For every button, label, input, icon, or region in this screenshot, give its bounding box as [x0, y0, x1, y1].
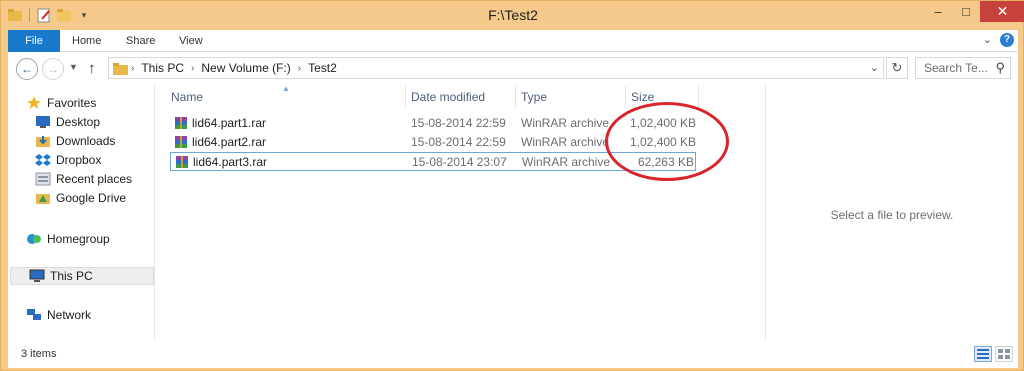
breadcrumb-test2[interactable]: Test2 [303, 61, 342, 75]
preview-message: Select a file to preview. [830, 208, 954, 222]
breadcrumb-separator-icon[interactable]: › [129, 63, 136, 74]
large-icons-view-button[interactable] [995, 346, 1013, 362]
nav-homegroup-label: Homegroup [47, 232, 110, 246]
main-content: Favorites Desktop Downloads Dropbox Rece… [8, 84, 1018, 340]
breadcrumb-volume[interactable]: New Volume (F:) [196, 61, 295, 75]
ribbon-controls: ⌄ ? [983, 33, 1014, 47]
file-name: lid64.part3.rar [193, 155, 268, 169]
nav-desktop-label: Desktop [56, 115, 101, 129]
nav-network[interactable]: Network [8, 306, 91, 324]
nav-this-pc[interactable]: This PC [10, 267, 154, 285]
nav-favorites[interactable]: Favorites [8, 94, 96, 112]
column-header-name[interactable]: Name [171, 90, 203, 104]
breadcrumb-this-pc[interactable]: This PC [136, 61, 189, 75]
recent-places-icon [35, 172, 51, 186]
tab-home[interactable]: Home [64, 30, 109, 52]
tab-share[interactable]: Share [118, 30, 163, 52]
nav-google-drive[interactable]: Google Drive [8, 189, 126, 207]
item-count: 3 items [21, 348, 57, 360]
column-divider[interactable] [625, 86, 626, 108]
file-date: 15-08-2014 23:07 [412, 155, 507, 169]
minimize-button[interactable]: – [924, 1, 952, 22]
file-name: lid64.part2.rar [192, 135, 267, 149]
nav-google-drive-label: Google Drive [56, 191, 127, 205]
nav-network-label: Network [47, 308, 92, 322]
navigation-bar: ← → ▼ ↑ › This PC › New Volume (F:) › Te… [8, 52, 1018, 84]
star-icon [26, 96, 42, 110]
window-title: F:\Test2 [488, 7, 538, 23]
network-icon [26, 308, 42, 322]
dropbox-icon [35, 153, 51, 167]
breadcrumb-separator-icon[interactable]: › [296, 63, 303, 74]
nav-downloads[interactable]: Downloads [8, 132, 115, 150]
search-icon[interactable]: ⚲ [995, 60, 1005, 76]
file-name: lid64.part1.rar [192, 116, 267, 130]
computer-icon [29, 269, 45, 283]
refresh-button[interactable]: ↻ [886, 57, 908, 79]
preview-pane: Select a file to preview. [765, 84, 1018, 340]
column-header-date[interactable]: Date modified [411, 90, 485, 104]
winrar-archive-icon [175, 155, 189, 169]
ribbon-tabs: File Home Share View ⌄ ? [8, 30, 1018, 52]
winrar-archive-icon [174, 135, 188, 149]
nav-recent-places[interactable]: Recent places [8, 170, 132, 188]
search-placeholder: Search Te... [924, 61, 988, 75]
homegroup-icon [26, 232, 42, 246]
nav-favorites-label: Favorites [47, 96, 97, 110]
column-header-type[interactable]: Type [521, 90, 547, 104]
close-button[interactable]: ✕ [980, 1, 1024, 22]
nav-dropbox[interactable]: Dropbox [8, 151, 101, 169]
up-button[interactable]: ↑ [88, 60, 96, 77]
title-bar: ▾ F:\Test2 – □ ✕ [1, 1, 1024, 30]
maximize-button[interactable]: □ [952, 1, 980, 22]
address-bar[interactable]: › This PC › New Volume (F:) › Test2 ⌄ [108, 57, 884, 79]
column-divider[interactable] [698, 86, 699, 108]
google-drive-icon [35, 191, 51, 205]
file-type: WinRAR archive [521, 116, 610, 130]
annotation-circle [605, 102, 729, 181]
back-button[interactable]: ← [16, 58, 38, 80]
file-date: 15-08-2014 22:59 [411, 135, 506, 149]
sort-ascending-icon: ▲ [282, 84, 290, 93]
tab-file[interactable]: File [8, 30, 60, 52]
recent-locations-dropdown[interactable]: ▼ [69, 62, 78, 72]
help-icon[interactable]: ? [1000, 33, 1014, 47]
column-divider[interactable] [405, 86, 406, 108]
desktop-icon [35, 115, 51, 129]
file-date: 15-08-2014 22:59 [411, 116, 506, 130]
breadcrumb-separator-icon[interactable]: › [189, 63, 196, 74]
status-bar: 3 items [8, 340, 1018, 368]
winrar-archive-icon [174, 116, 188, 130]
nav-recent-places-label: Recent places [56, 172, 133, 186]
chevron-down-icon[interactable]: ⌄ [983, 33, 992, 47]
column-divider[interactable] [515, 86, 516, 108]
address-dropdown-icon[interactable]: ⌄ [870, 61, 879, 74]
folder-icon [113, 62, 129, 75]
tab-view[interactable]: View [171, 30, 211, 52]
file-type: WinRAR archive [521, 135, 610, 149]
nav-downloads-label: Downloads [56, 134, 116, 148]
nav-dropbox-label: Dropbox [56, 153, 102, 167]
navigation-pane: Favorites Desktop Downloads Dropbox Rece… [8, 84, 155, 340]
file-type: WinRAR archive [522, 155, 611, 169]
downloads-icon [35, 134, 51, 148]
details-view-button[interactable] [974, 346, 992, 362]
search-input[interactable]: Search Te... ⚲ [915, 57, 1011, 79]
nav-desktop[interactable]: Desktop [8, 113, 100, 131]
column-header-size[interactable]: Size [631, 90, 654, 104]
nav-this-pc-label: This PC [50, 269, 93, 283]
forward-button[interactable]: → [42, 58, 64, 80]
nav-homegroup[interactable]: Homegroup [8, 230, 110, 248]
explorer-window: ▾ F:\Test2 – □ ✕ File Home Share View ⌄ … [0, 0, 1024, 371]
